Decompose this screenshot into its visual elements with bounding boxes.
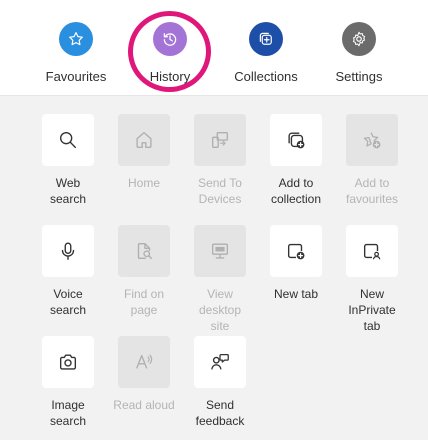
add-to-collection-icon [270,114,322,166]
add-to-favourites-button: Add to favourites [335,114,409,207]
collections-label: Collections [234,69,298,84]
image-search-label: Image search [49,398,87,428]
settings-button[interactable]: Settings [314,22,404,84]
web-search-label: Web search [49,176,87,206]
find-on-page-icon [118,225,170,277]
view-desktop-site-label: View desktop site [198,287,242,333]
settings-label: Settings [335,69,383,84]
favourites-button[interactable]: Favourites [31,22,121,84]
send-feedback-button[interactable]: Send feedback [183,336,257,429]
gear-icon [342,22,376,56]
web-search-button[interactable]: Web search [31,114,105,207]
favourites-label: Favourites [45,69,107,84]
find-on-page-label: Find on page [123,287,165,317]
microphone-icon [42,225,94,277]
new-tab-button[interactable]: New tab [259,225,333,302]
search-icon [42,114,94,166]
inprivate-tab-icon [346,225,398,277]
star-icon [59,22,93,56]
send-feedback-label: Send feedback [195,398,245,428]
read-aloud-icon [118,336,170,388]
desktop-icon [194,225,246,277]
hub-top-bar: Favourites History Collections Settings [0,0,428,96]
history-icon [153,22,187,56]
collections-button[interactable]: Collections [221,22,311,84]
add-to-favourites-label: Add to favourites [345,176,399,206]
new-tab-icon [270,225,322,277]
home-icon [118,114,170,166]
new-inprivate-tab-button[interactable]: New InPrivate tab [335,225,409,334]
voice-search-button[interactable]: Voice search [31,225,105,318]
camera-icon [42,336,94,388]
home-button: Home [107,114,181,191]
send-to-devices-icon [194,114,246,166]
add-to-collection-button[interactable]: Add to collection [259,114,333,207]
voice-search-label: Voice search [49,287,87,317]
send-to-devices-label: Send To Devices [198,176,242,206]
home-label: Home [127,176,160,190]
send-to-devices-button: Send To Devices [183,114,257,207]
add-to-favourites-icon [346,114,398,166]
new-inprivate-tab-label: New InPrivate tab [348,287,396,333]
view-desktop-site-button: View desktop site [183,225,257,334]
new-tab-label: New tab [273,287,319,301]
collections-icon [249,22,283,56]
add-to-collection-label: Add to collection [270,176,322,206]
feedback-icon [194,336,246,388]
read-aloud-button: Read aloud [107,336,181,413]
history-button[interactable]: History [125,22,215,84]
image-search-button[interactable]: Image search [31,336,105,429]
read-aloud-label: Read aloud [113,398,175,412]
history-label: History [149,69,191,84]
find-on-page-button: Find on page [107,225,181,318]
